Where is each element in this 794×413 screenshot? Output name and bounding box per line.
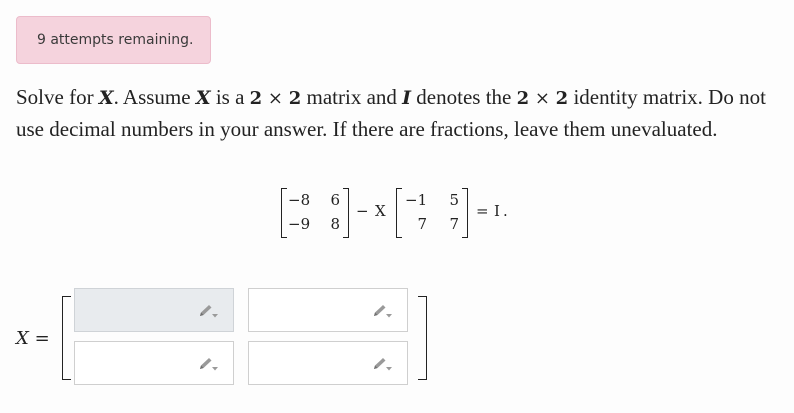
answer-input-r2c1[interactable] (74, 341, 234, 385)
pencil-icon[interactable] (197, 303, 219, 319)
math-number: 2 (288, 88, 302, 109)
matrix-a: −8 6 −9 8 (281, 188, 349, 238)
attempts-remaining-text: 9 attempts remaining. (37, 32, 194, 48)
matrix-b-cell: 7 (417, 215, 427, 233)
math-var-x: X (98, 87, 114, 109)
math-var-i: I (494, 202, 500, 220)
matrix-b-cell: 5 (449, 191, 459, 209)
answer-input-r1c1[interactable] (74, 288, 234, 332)
matrix-b-cell: 7 (449, 215, 459, 233)
math-var-x: X (16, 328, 29, 349)
problem-statement: Solve for X. Assume X is a 2 × 2 matrix … (16, 82, 786, 144)
minus-sign: − (356, 202, 369, 220)
matrix-a-cell: 6 (330, 191, 340, 209)
equals-sign: = (476, 202, 489, 220)
answer-input-r2c2[interactable] (248, 341, 408, 385)
math-number: 2 (516, 88, 530, 109)
matrix-a-cell: −9 (288, 215, 311, 233)
matrix-b: −1 5 7 7 (396, 188, 468, 238)
matrix-equation: −8 6 −9 8 − X −1 5 7 7 = I . (0, 188, 794, 238)
math-times: × (529, 88, 556, 109)
matrix-a-cell: 8 (330, 215, 340, 233)
answer-left-bracket (62, 296, 71, 380)
problem-text: Solve for (16, 85, 99, 109)
math-number: 2 (555, 88, 569, 109)
math-times: × (262, 88, 289, 109)
problem-text: denotes the (411, 85, 517, 109)
problem-text: matrix and (301, 85, 403, 109)
problem-text: is a (210, 85, 250, 109)
matrix-a-cell: −8 (288, 191, 311, 209)
matrix-b-cell: −1 (405, 191, 428, 209)
answer-input-r1c2[interactable] (248, 288, 408, 332)
pencil-icon[interactable] (371, 356, 393, 372)
problem-text: . Assume (113, 85, 196, 109)
attempts-remaining-badge: 9 attempts remaining. (16, 16, 211, 64)
math-var-x: X (195, 87, 211, 109)
math-var-x: X (375, 202, 386, 220)
math-number: 2 (249, 88, 263, 109)
period: . (503, 202, 508, 220)
equals-sign: = (34, 328, 50, 349)
pencil-icon[interactable] (197, 356, 219, 372)
math-var-i: I (402, 87, 412, 109)
answer-right-bracket (418, 296, 427, 380)
answer-label: X = (16, 328, 50, 349)
pencil-icon[interactable] (371, 303, 393, 319)
